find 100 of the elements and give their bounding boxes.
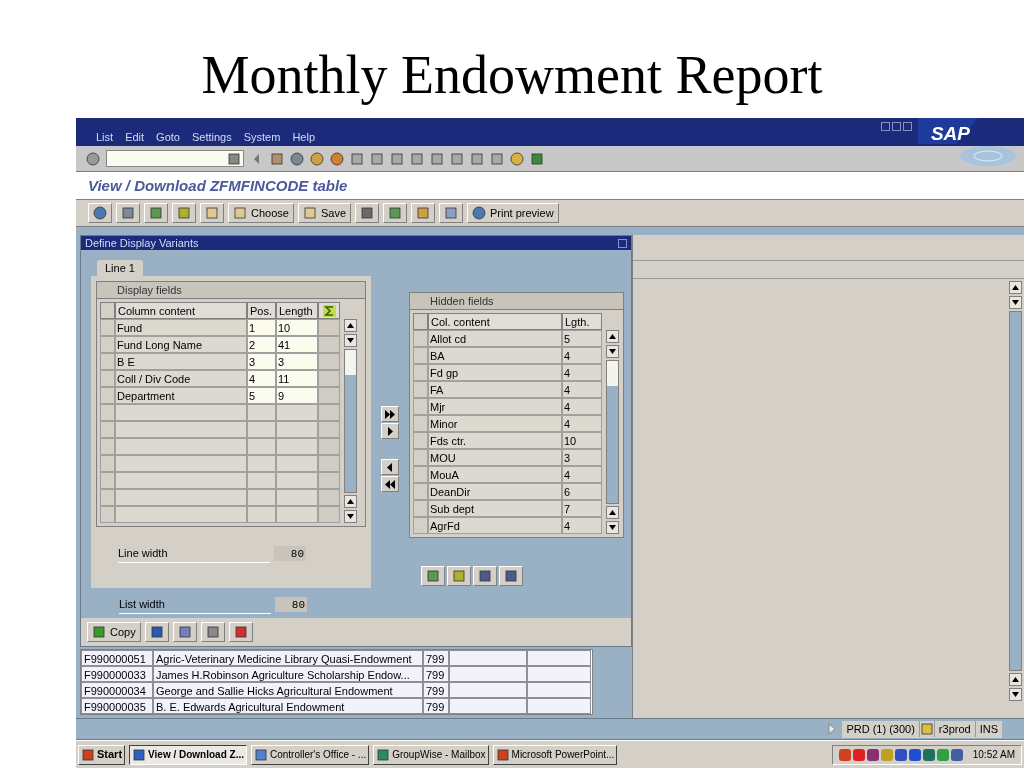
taskbar-button[interactable]: Microsoft PowerPoint...: [492, 744, 618, 765]
move-all-left-button[interactable]: [381, 476, 399, 492]
table-cell[interactable]: 1: [247, 319, 276, 336]
row-selector[interactable]: [100, 302, 115, 319]
column-header[interactable]: Column content: [115, 302, 247, 319]
scroll-down-button[interactable]: [1009, 688, 1022, 701]
table-cell[interactable]: 4: [562, 364, 602, 381]
scrollbar-thumb[interactable]: [607, 361, 618, 386]
copy-button[interactable]: [200, 203, 224, 223]
scroll-up-button[interactable]: [606, 506, 619, 519]
table-cell[interactable]: 3: [562, 449, 602, 466]
taskbar-button[interactable]: Controller's Office - ...: [251, 744, 370, 765]
column-header[interactable]: Length: [276, 302, 318, 319]
close-button[interactable]: [903, 122, 912, 131]
menu-item[interactable]: Edit: [125, 128, 145, 145]
refresh-button[interactable]: [144, 622, 169, 642]
scrollbar-track[interactable]: [1009, 311, 1022, 671]
sum-icon[interactable]: [322, 304, 336, 317]
print-preview-button[interactable]: Print preview: [467, 203, 559, 223]
scroll-up-button[interactable]: [344, 495, 357, 508]
table-cell[interactable]: 5: [247, 387, 276, 404]
table-cell: [247, 472, 276, 489]
table-cell: Minor: [428, 415, 562, 432]
table-cell[interactable]: 4: [562, 517, 602, 534]
column-header[interactable]: Col. content: [428, 313, 562, 330]
export-button[interactable]: [383, 203, 407, 223]
maximize-button[interactable]: [892, 122, 901, 131]
table-cell[interactable]: 4: [562, 347, 602, 364]
print-button[interactable]: [421, 566, 445, 586]
list-width-field: 80: [275, 597, 307, 613]
close-button[interactable]: [618, 238, 627, 248]
table-cell: 799: [423, 650, 449, 666]
start-button[interactable]: Start: [78, 744, 126, 765]
find-button[interactable]: [473, 566, 497, 586]
filter-button[interactable]: [116, 203, 140, 223]
table-cell[interactable]: 2: [247, 336, 276, 353]
move-all-right-button[interactable]: [381, 406, 399, 422]
table-cell[interactable]: 9: [276, 387, 318, 404]
tab[interactable]: Line 1: [97, 260, 143, 276]
calculator-button[interactable]: [439, 203, 463, 223]
column-header[interactable]: Lgth.: [562, 313, 602, 330]
table-cell[interactable]: 7: [562, 500, 602, 517]
scroll-up-button[interactable]: [1009, 281, 1022, 294]
filter-button[interactable]: [172, 203, 196, 223]
table-cell[interactable]: 10: [562, 432, 602, 449]
scrollbar-track[interactable]: [344, 349, 357, 493]
taskbar-button[interactable]: GroupWise - Mailbox: [373, 744, 489, 765]
table-cell[interactable]: 4: [562, 466, 602, 483]
table-cell[interactable]: 41: [276, 336, 318, 353]
scrollbar-thumb[interactable]: [345, 350, 356, 375]
down-triangle-icon: [347, 514, 354, 519]
menu-item[interactable]: Help: [292, 128, 315, 145]
menu-item[interactable]: Settings: [191, 128, 232, 145]
up-triangle-icon: [609, 334, 616, 339]
layout-button[interactable]: [355, 203, 379, 223]
tray-icons-drawing[interactable]: [838, 747, 965, 762]
table-cell[interactable]: 4: [247, 370, 276, 387]
row-selector[interactable]: [413, 313, 428, 330]
scrollbar-track[interactable]: [606, 360, 619, 504]
group-title: Display fields: [97, 282, 365, 299]
menu-item[interactable]: Goto: [156, 128, 180, 145]
cancel-button[interactable]: [228, 622, 253, 642]
details-button[interactable]: [88, 203, 112, 223]
table-cell[interactable]: 4: [562, 398, 602, 415]
column-header[interactable]: Pos.: [247, 302, 276, 319]
scroll-down-button[interactable]: [606, 521, 619, 534]
move-right-button[interactable]: [381, 423, 399, 439]
table-cell[interactable]: 11: [276, 370, 318, 387]
menu-item[interactable]: System: [243, 128, 281, 145]
copy-button[interactable]: Copy: [87, 622, 141, 642]
table-cell[interactable]: 3: [276, 353, 318, 370]
choose-button[interactable]: Choose: [228, 203, 294, 223]
hierarchy-button[interactable]: [200, 622, 225, 642]
scroll-down-button[interactable]: [344, 334, 357, 347]
scroll-up-button[interactable]: [1009, 673, 1022, 686]
cut-button[interactable]: [172, 622, 197, 642]
up-triangle-icon: [1012, 285, 1019, 290]
filter-button[interactable]: [447, 566, 471, 586]
menu-item[interactable]: List: [96, 128, 114, 145]
scroll-up-button[interactable]: [606, 330, 619, 343]
scroll-down-button[interactable]: [344, 510, 357, 523]
table-cell[interactable]: 5: [562, 330, 602, 347]
print-button[interactable]: [144, 203, 168, 223]
table-cell: James H.Robinson Agriculture Scholarship Endow...: [153, 666, 423, 682]
table-cell[interactable]: 6: [562, 483, 602, 500]
save-button[interactable]: Save: [297, 203, 351, 223]
table-cell[interactable]: 4: [562, 415, 602, 432]
scroll-up-button[interactable]: [344, 319, 357, 332]
find-next-button[interactable]: [499, 566, 523, 586]
scroll-down-button[interactable]: [606, 345, 619, 358]
edit-button[interactable]: [411, 203, 435, 223]
table-cell[interactable]: 3: [247, 353, 276, 370]
move-left-button[interactable]: [381, 459, 399, 475]
taskbar-button[interactable]: View / Download Z...: [129, 744, 247, 765]
minimize-button[interactable]: [881, 122, 890, 131]
expand-arrow-icon[interactable]: [828, 724, 837, 734]
table-cell[interactable]: 10: [276, 319, 318, 336]
scroll-down-button[interactable]: [1009, 296, 1022, 309]
table-cell[interactable]: 4: [562, 381, 602, 398]
command-field[interactable]: [106, 150, 244, 167]
